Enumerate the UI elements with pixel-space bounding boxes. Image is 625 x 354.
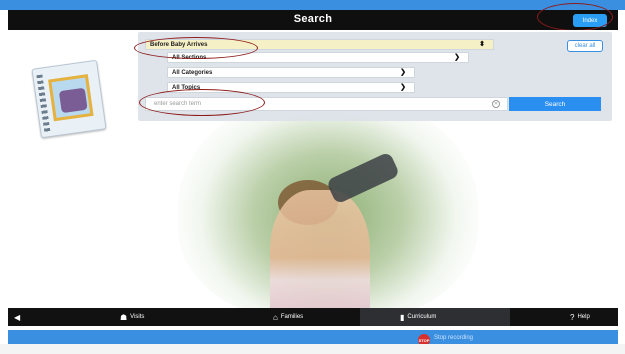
status-text: Stop recording <box>434 335 474 341</box>
annotation-ellipse-search-input <box>139 89 265 116</box>
book-cover <box>48 74 94 122</box>
page-title: Search <box>293 13 333 25</box>
photo-child <box>270 190 370 308</box>
clear-search-icon[interactable]: ✕ <box>492 100 500 108</box>
nav-item-label: Visits <box>130 314 145 320</box>
nav-item-label: Curriculum <box>407 314 437 320</box>
window-top-strip <box>0 0 625 10</box>
window-bottom-strip <box>0 344 625 354</box>
index-button[interactable]: Index <box>573 14 607 27</box>
annotation-ellipse-curriculum-select <box>134 37 258 59</box>
search-button[interactable]: Search <box>509 97 601 111</box>
chevron-down-icon: ❯ <box>454 54 460 61</box>
back-icon: ◀ <box>14 312 21 322</box>
clear-all-button[interactable]: clear all <box>567 40 603 52</box>
app-header: Search Index <box>8 10 618 30</box>
nav-item-help[interactable]: ? Help <box>570 308 590 326</box>
binoculars-icon: ☗ <box>120 312 128 322</box>
question-circle-icon: ? <box>570 312 575 322</box>
nav-item-visits[interactable]: ☗ Visits <box>120 308 144 326</box>
nav-item-label: Families <box>280 314 304 320</box>
nav-item-curriculum[interactable]: ▮ Curriculum <box>400 308 436 326</box>
nav-item-label: Help <box>577 314 590 320</box>
chevron-down-icon: ❯ <box>400 69 406 76</box>
main-content: Before Baby Arrives ⬍ All Sections ❯ All… <box>8 30 618 308</box>
home-icon: ⌂ <box>273 312 278 322</box>
categories-select[interactable]: All Categories ❯ <box>167 67 415 78</box>
back-button[interactable]: ◀ <box>14 308 20 326</box>
status-bar <box>8 330 618 344</box>
categories-select-value: All Categories <box>172 69 213 76</box>
book-icon: ▮ <box>400 312 405 322</box>
bottom-navigation: ◀ ☗ Visits ⌂ Families ▮ Curriculum ? Hel… <box>8 308 618 326</box>
curriculum-book-image <box>31 59 107 139</box>
chevron-down-icon: ❯ <box>400 84 406 91</box>
nav-item-families[interactable]: ⌂ Families <box>273 308 303 326</box>
chevron-updown-icon: ⬍ <box>479 41 485 48</box>
book-cover-picture <box>58 87 88 114</box>
